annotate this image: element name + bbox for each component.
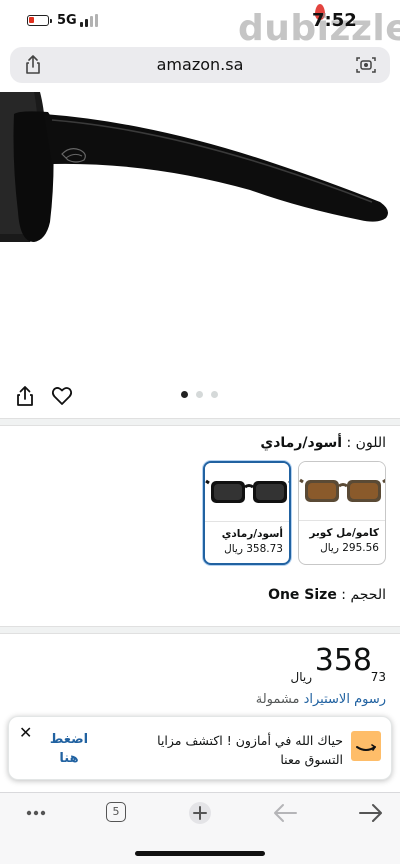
battery-icon bbox=[27, 15, 52, 26]
variant-name: أسود/رمادي bbox=[221, 528, 283, 540]
sunglasses-thumb-icon bbox=[205, 479, 289, 503]
carousel-dot[interactable] bbox=[211, 391, 218, 398]
home-indicator[interactable] bbox=[135, 851, 265, 856]
network-type: 5G bbox=[57, 13, 77, 28]
size-label-row: الحجم : One Size bbox=[268, 587, 386, 603]
color-label-row: اللون : أسود/رمادي bbox=[260, 435, 386, 451]
sunglasses-image bbox=[0, 92, 388, 242]
variant-thumbnail bbox=[205, 463, 289, 521]
new-tab-icon[interactable] bbox=[184, 801, 216, 825]
heart-icon[interactable] bbox=[51, 385, 73, 407]
more-options-icon[interactable] bbox=[20, 801, 52, 825]
variant-name: كامو/مل كوبر bbox=[309, 527, 379, 539]
carousel-dot[interactable] bbox=[181, 391, 188, 398]
selected-color-value: أسود/رمادي bbox=[260, 435, 343, 451]
import-fees-row: رسوم الاستيراد مشمولة bbox=[256, 692, 386, 707]
promo-banner[interactable]: حياك الله في أمازون ! اكتشف مزايا التسوق… bbox=[8, 716, 392, 780]
back-arrow-icon[interactable] bbox=[270, 801, 302, 825]
amazon-smile-logo bbox=[351, 731, 381, 761]
section-divider bbox=[0, 626, 400, 634]
browser-toolbar: 5 bbox=[0, 792, 400, 864]
import-fees-note: مشمولة bbox=[255, 692, 300, 707]
url-text[interactable]: amazon.sa bbox=[10, 55, 390, 74]
close-icon[interactable]: ✕ bbox=[19, 723, 32, 742]
section-divider bbox=[0, 418, 400, 426]
share-icon[interactable] bbox=[14, 385, 36, 407]
carousel-dot[interactable] bbox=[196, 391, 203, 398]
tabs-button[interactable]: 5 bbox=[106, 802, 126, 822]
size-label: الحجم : bbox=[341, 587, 386, 603]
price-whole: 358 bbox=[314, 643, 372, 678]
variant-swatch-black-grey[interactable]: أسود/رمادي 358.73 ريال bbox=[203, 461, 291, 565]
promo-message: حياك الله في أمازون ! اكتشف مزايا التسوق… bbox=[157, 733, 343, 767]
color-label: اللون : bbox=[346, 435, 386, 451]
import-fees-link[interactable]: رسوم الاستيراد bbox=[304, 692, 386, 707]
carousel-pager[interactable] bbox=[181, 391, 218, 398]
variant-price: 358.73 ريال bbox=[224, 543, 283, 555]
currency-label: ريال bbox=[290, 670, 312, 684]
variant-price: 295.56 ريال bbox=[320, 542, 379, 554]
signal-icon bbox=[80, 14, 98, 27]
promo-cta-link[interactable]: اضغط هنا bbox=[47, 730, 91, 768]
product-image[interactable] bbox=[0, 92, 400, 364]
address-bar[interactable]: amazon.sa bbox=[10, 47, 390, 83]
sunglasses-thumb-icon bbox=[299, 478, 385, 502]
price-cents: 73 bbox=[370, 670, 386, 684]
variant-thumbnail bbox=[299, 462, 385, 520]
status-bar: 5G dubizzle 7:52 bbox=[0, 0, 400, 49]
size-value: One Size bbox=[268, 587, 337, 603]
forward-arrow-icon[interactable] bbox=[354, 801, 386, 825]
variant-swatch-camo-copper[interactable]: كامو/مل كوبر 295.56 ريال bbox=[298, 461, 386, 565]
camera-lens-icon[interactable] bbox=[356, 56, 376, 74]
clock: 7:52 bbox=[312, 10, 357, 31]
